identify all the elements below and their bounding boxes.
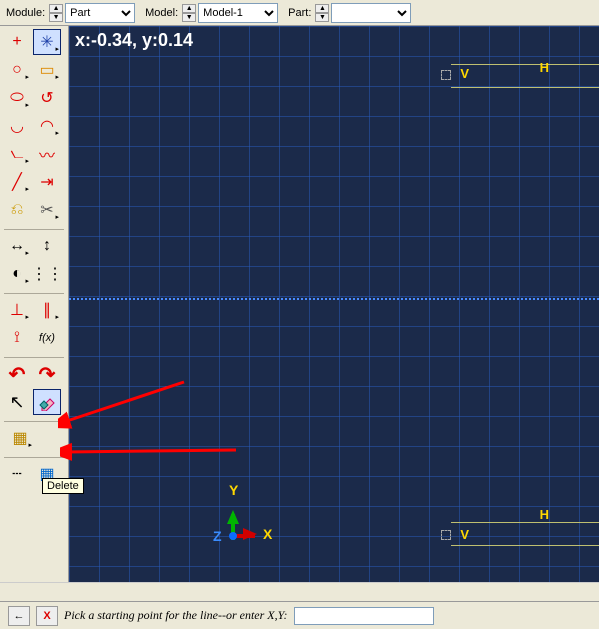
- axis-y-label: Y: [229, 482, 238, 498]
- undo-button[interactable]: ↶: [3, 361, 31, 387]
- spline-tool[interactable]: 〰: [33, 141, 61, 167]
- coordinate-readout: x:-0.34, y:0.14: [75, 30, 193, 51]
- delete-tool[interactable]: [33, 389, 61, 415]
- rectangle-tool[interactable]: ▭▸: [33, 57, 61, 83]
- dim-handle-lower-left[interactable]: [441, 530, 451, 540]
- part-select[interactable]: [331, 3, 411, 23]
- module-label: Module:: [4, 7, 47, 19]
- dim-h-upper: H: [540, 60, 549, 75]
- sketch-options1-tool[interactable]: ┄: [3, 461, 31, 487]
- prompt-text: Pick a starting point for the line--or e…: [64, 608, 288, 623]
- model-label: Model:: [143, 7, 180, 19]
- delete-tooltip: Delete: [42, 478, 84, 494]
- redo-button[interactable]: ↷: [33, 361, 61, 387]
- sketch-viewport[interactable]: x:-0.34, y:0.14 V H V H Y X Z: [69, 26, 599, 582]
- offset-tool[interactable]: ⇥: [33, 169, 61, 195]
- grid-lines: [69, 26, 599, 582]
- module-select[interactable]: Part: [65, 3, 135, 23]
- arc-3pt-tool[interactable]: ◠▸: [33, 113, 61, 139]
- back-arrow-icon: ←: [14, 610, 25, 622]
- part-label: Part:: [286, 7, 313, 19]
- arc-tangent-tool[interactable]: ↺: [33, 85, 61, 111]
- horizontal-dashed-axis: [69, 298, 599, 300]
- dim-radial-tool[interactable]: ◐▸: [3, 261, 31, 287]
- save-sketch-button[interactable]: ▦▸: [6, 425, 34, 451]
- dim-handle-upper-left[interactable]: [441, 70, 451, 80]
- sketch-edge-upper: [451, 64, 599, 88]
- dim-v-lower: V: [460, 527, 469, 542]
- constraint-parallel-tool[interactable]: ∥▸: [33, 297, 61, 323]
- dim-horizontal-tool[interactable]: ↔▸: [3, 233, 31, 259]
- construction-line-tool[interactable]: ╱▸: [3, 169, 31, 195]
- cancel-x-icon: X: [43, 610, 50, 622]
- part-down[interactable]: ▼: [315, 13, 329, 22]
- project-edges-tool[interactable]: ⎌: [3, 197, 31, 223]
- model-select[interactable]: Model-1: [198, 3, 278, 23]
- connected-lines-tool[interactable]: ✳▸: [33, 29, 61, 55]
- prompt-input[interactable]: [294, 607, 434, 625]
- add-dim-tool[interactable]: ⟟: [3, 325, 31, 351]
- select-tool[interactable]: ↖: [3, 389, 31, 415]
- constraint-perp-tool[interactable]: ⊥▸: [3, 297, 31, 323]
- sketch-edge-lower: [451, 522, 599, 546]
- model-down[interactable]: ▼: [182, 13, 196, 22]
- fillet-tool[interactable]: ⦦▸: [3, 141, 31, 167]
- part-up[interactable]: ▲: [315, 4, 329, 13]
- dim-vertical-tool[interactable]: ↕: [33, 233, 61, 259]
- prompt-bar: ← X Pick a starting point for the line--…: [0, 601, 599, 629]
- parameter-tool[interactable]: f(x): [33, 325, 61, 351]
- model-up[interactable]: ▲: [182, 4, 196, 13]
- module-spinner[interactable]: ▲▼: [49, 4, 63, 22]
- eraser-icon: [38, 393, 56, 411]
- dim-h-lower: H: [540, 507, 549, 522]
- linear-pattern-tool[interactable]: ⋮⋮: [33, 261, 61, 287]
- trim-extend-tool[interactable]: ✂▸: [33, 197, 61, 223]
- dim-v-upper: V: [460, 66, 469, 81]
- module-down[interactable]: ▼: [49, 13, 63, 22]
- create-point-tool[interactable]: +: [3, 29, 31, 55]
- context-toolbar: Module: ▲▼ Part Model: ▲▼ Model-1 Part: …: [0, 0, 599, 26]
- arc-center-tool[interactable]: ◡: [3, 113, 31, 139]
- ellipse-center-tool[interactable]: ⬭▸: [3, 85, 31, 111]
- prompt-cancel-button[interactable]: X: [36, 606, 58, 626]
- prompt-back-button[interactable]: ←: [8, 606, 30, 626]
- module-up[interactable]: ▲: [49, 4, 63, 13]
- circle-center-tool[interactable]: ○▸: [3, 57, 31, 83]
- model-spinner[interactable]: ▲▼: [182, 4, 196, 22]
- part-spinner[interactable]: ▲▼: [315, 4, 329, 22]
- sketch-toolbox: + ✳▸ ○▸ ▭▸ ⬭▸ ↺ ◡ ◠▸ ⦦▸ 〰 ╱▸ ⇥ ⎌ ✂▸ ↔▸: [0, 26, 69, 582]
- axis-z-label: Z: [213, 528, 222, 544]
- axis-x-label: X: [263, 526, 272, 542]
